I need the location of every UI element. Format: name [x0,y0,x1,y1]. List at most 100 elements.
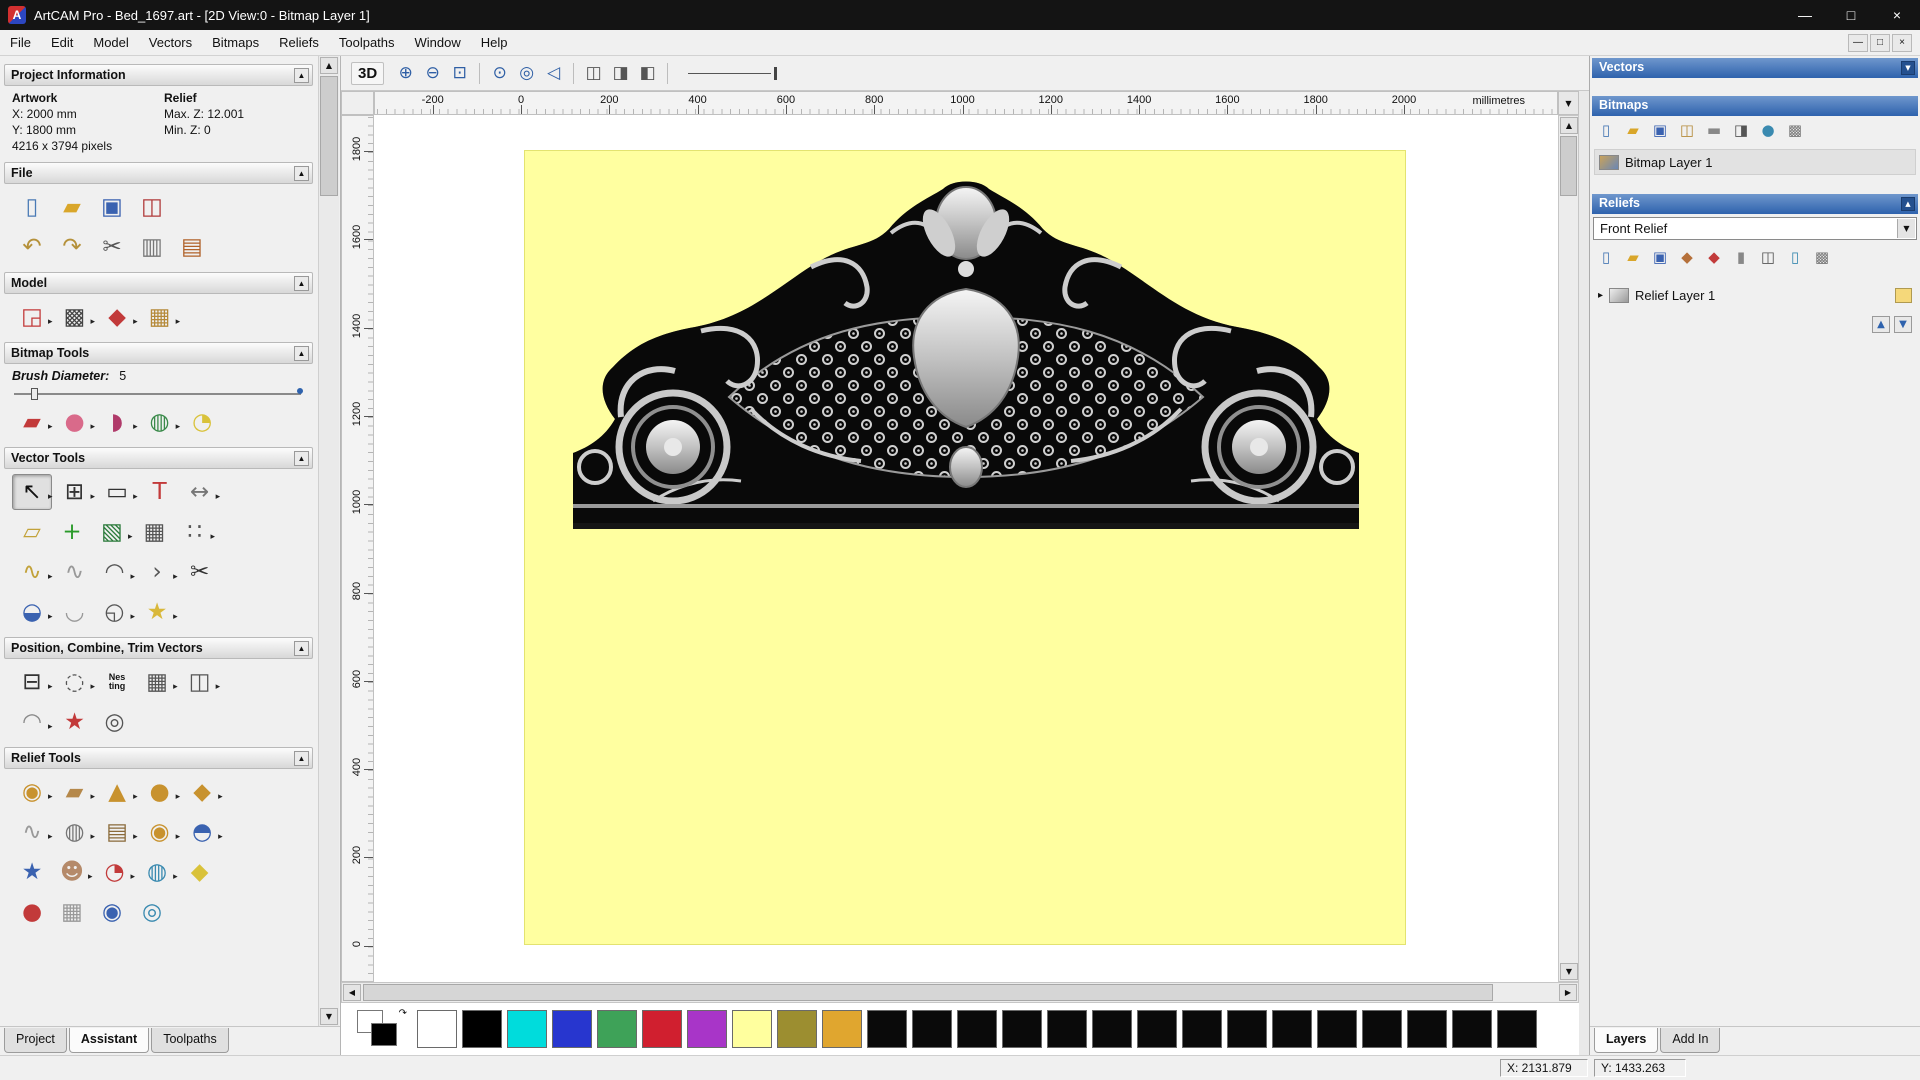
minimize-button[interactable]: — [1782,0,1828,30]
interactive-sculpt-icon[interactable]: ● [12,894,52,930]
move-layer-down-icon[interactable]: ▼ [1894,316,1912,333]
zoom-100-icon[interactable]: ◎ [513,61,540,86]
star-relief-icon[interactable]: ★ [12,854,52,890]
save-model-icon[interactable]: ▣ [92,189,132,225]
tab-assistant[interactable]: Assistant [68,1028,150,1053]
slider-handle[interactable] [31,388,39,400]
bitmap-new-icon[interactable]: ▯ [1594,119,1618,141]
palette-swatch-black[interactable] [462,1010,502,1048]
bezier-curve-icon[interactable]: ◠ [95,554,135,590]
texture-flow-icon[interactable]: ◔ [95,854,135,890]
vertical-scrollbar[interactable]: ▲ ▼ [1558,115,1579,982]
bitmap-layer-row[interactable]: Bitmap Layer 1 [1594,149,1916,175]
shape-editor-icon[interactable]: ● [140,774,180,810]
layer-colour-icon[interactable] [1895,287,1912,303]
zoom-previous-icon[interactable]: ◁ [540,61,567,86]
measure-tool-icon[interactable]: ↔ [180,474,220,510]
relief-import-icon[interactable]: ◆ [1675,246,1699,268]
menu-reliefs[interactable]: Reliefs [269,32,329,53]
texture-relief-icon[interactable]: ◉ [12,774,52,810]
face-wizard-icon[interactable]: ☻ [52,854,92,890]
scrollbar-thumb[interactable] [320,76,338,196]
flyout-arrow-icon[interactable]: ▸ [133,792,138,802]
ruler-units-dropdown[interactable]: ▼ [1558,91,1579,115]
scrollbar-thumb[interactable] [363,984,1493,1001]
palette-swatch-blue[interactable] [552,1010,592,1048]
palette-swatch-olive[interactable] [777,1010,817,1048]
brush-diameter-slider[interactable] [14,386,303,400]
menu-bitmaps[interactable]: Bitmaps [202,32,269,53]
undo-icon[interactable]: ↶ [12,229,52,265]
panel-scrollbar[interactable]: ▲ ▼ [318,56,339,1026]
bitmap-save-icon[interactable]: ▣ [1648,119,1672,141]
relief-save-icon[interactable]: ▣ [1648,246,1672,268]
palette-swatch-black-13[interactable] [1362,1010,1402,1048]
flyout-arrow-icon[interactable]: ▸ [133,492,138,502]
palette-swatch-black-2[interactable] [867,1010,907,1048]
block-circular-copy-icon[interactable]: ◌ [55,664,95,700]
palette-swatch-black-16[interactable] [1497,1010,1537,1048]
colour-palette-icon[interactable]: ◍ [140,404,180,440]
new-model-icon[interactable]: ▯ [12,189,52,225]
flood-fill-icon[interactable]: ● [55,404,95,440]
create-polyline-icon[interactable]: ∿ [12,554,52,590]
primary-secondary-colour[interactable]: ↷ [357,1008,409,1050]
palette-swatch-black-9[interactable] [1182,1010,1222,1048]
flyout-arrow-icon[interactable]: ▸ [48,492,53,502]
weave-wizard-icon[interactable]: ◍ [55,814,95,850]
menu-toolpaths[interactable]: Toolpaths [329,32,405,53]
flyout-arrow-icon[interactable]: ▸ [91,492,96,502]
mirror-vectors-icon[interactable]: ◠ [12,704,52,740]
palette-swatch-black-5[interactable] [1002,1010,1042,1048]
collapse-icon[interactable]: ▲ [294,451,309,466]
canvas-2d-view[interactable] [524,150,1406,945]
flyout-arrow-icon[interactable]: ▸ [48,832,53,842]
scroll-down-icon[interactable]: ▼ [1560,963,1578,980]
add-draft-icon[interactable]: ◆ [180,854,220,890]
copy-icon[interactable]: ▥ [132,229,172,265]
bitmap-options-icon[interactable]: ▩ [1783,119,1807,141]
flyout-arrow-icon[interactable]: ▸ [176,832,181,842]
vector-grid-icon[interactable]: ▦ [135,514,175,550]
pan-view-icon[interactable]: ◫ [580,61,607,86]
star-tool-icon[interactable]: ★ [137,594,177,630]
smooth-polyline-icon[interactable]: ∿ [55,554,95,590]
flyout-arrow-icon[interactable]: ▸ [91,422,96,432]
flyout-arrow-icon[interactable]: ▸ [216,492,221,502]
scrollbar-thumb[interactable] [1560,136,1577,196]
palette-swatch-pale-yellow[interactable] [732,1010,772,1048]
scroll-left-icon[interactable]: ◀ [343,984,361,1001]
offset-vectors-icon[interactable]: ◡ [55,594,95,630]
flyout-arrow-icon[interactable]: ▸ [48,682,53,692]
load-bitmap-icon[interactable]: ▦ [140,299,180,335]
menu-window[interactable]: Window [405,32,471,53]
palette-swatch-black-8[interactable] [1137,1010,1177,1048]
flyout-arrow-icon[interactable]: ▸ [88,872,93,882]
palette-swatch-black-6[interactable] [1047,1010,1087,1048]
toolbar-slider[interactable] [688,65,783,81]
flyout-arrow-icon[interactable]: ▸ [91,792,96,802]
relief-merge-icon[interactable]: ◆ [1702,246,1726,268]
collapse-icon[interactable]: ▲ [294,751,309,766]
palette-swatch-black-15[interactable] [1452,1010,1492,1048]
turn-model-icon[interactable]: ◉ [140,814,180,850]
set-model-size-icon[interactable]: ◲ [12,299,52,335]
text-tool-icon[interactable]: T [140,474,180,510]
iso-form-icon[interactable]: ◓ [182,814,222,850]
flyout-arrow-icon[interactable]: ▸ [48,792,53,802]
palette-swatch-green[interactable] [597,1010,637,1048]
dimension-tool-icon[interactable]: ◵ [95,594,135,630]
horizontal-scrollbar[interactable]: ◀ ▶ [341,982,1579,1003]
mesh-relief-icon[interactable]: ▦ [52,894,92,930]
block-copy-icon[interactable]: ▦ [137,664,177,700]
ellipse-tool-icon[interactable]: ◒ [12,594,52,630]
cut-icon[interactable]: ✂ [92,229,132,265]
sculpt-relief-icon[interactable]: ▲ [97,774,137,810]
swap-colours-icon[interactable]: ↷ [399,1008,407,1019]
relief-options-icon[interactable]: ▩ [1810,246,1834,268]
bitmap-open-icon[interactable]: ▰ [1621,119,1645,141]
relief-delete-icon[interactable]: ▯ [1783,246,1807,268]
refresh-view-icon[interactable]: ◨ [607,61,634,86]
flyout-arrow-icon[interactable]: ▸ [48,317,53,327]
flyout-arrow-icon[interactable]: ▸ [211,532,216,542]
